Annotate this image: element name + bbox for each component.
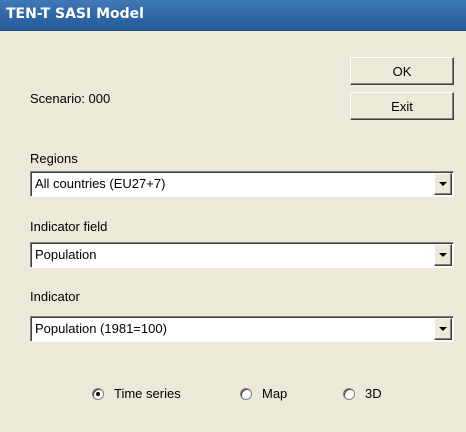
radio-button-selected-icon bbox=[92, 387, 104, 400]
indicator-label: Indicator bbox=[30, 289, 80, 304]
regions-label: Regions bbox=[30, 151, 78, 166]
radio-time-series-label: Time series bbox=[114, 386, 181, 401]
indicator-field-value: Population bbox=[35, 247, 97, 262]
radio-map-label: Map bbox=[262, 386, 288, 401]
chevron-down-icon bbox=[439, 327, 447, 331]
radio-button-icon bbox=[240, 387, 252, 400]
indicator-field-dropdown[interactable]: Population bbox=[30, 242, 454, 268]
indicator-value: Population (1981=100) bbox=[35, 321, 167, 336]
chevron-down-icon bbox=[439, 182, 447, 186]
ok-button[interactable]: OK bbox=[350, 57, 454, 85]
indicator-field-label: Indicator field bbox=[30, 219, 108, 234]
ok-button-label: OK bbox=[392, 63, 412, 79]
scenario-label: Scenario: 000 bbox=[30, 91, 111, 106]
dialog-body: Scenario: 000 OK Exit Regions All countr… bbox=[0, 31, 466, 432]
title-bar: TEN-T SASI Model bbox=[0, 0, 466, 31]
exit-button[interactable]: Exit bbox=[350, 92, 454, 120]
radio-3d[interactable]: 3D bbox=[343, 386, 382, 401]
regions-dropdown[interactable]: All countries (EU27+7) bbox=[30, 171, 454, 197]
radio-map[interactable]: Map bbox=[240, 386, 287, 401]
window-title: TEN-T SASI Model bbox=[6, 6, 144, 22]
radio-time-series[interactable]: Time series bbox=[92, 386, 181, 401]
indicator-dropdown-button[interactable] bbox=[434, 318, 452, 340]
regions-value: All countries (EU27+7) bbox=[35, 176, 166, 191]
radio-3d-label: 3D bbox=[365, 386, 382, 401]
indicator-dropdown[interactable]: Population (1981=100) bbox=[30, 316, 454, 342]
exit-button-label: Exit bbox=[391, 98, 413, 114]
chevron-down-icon bbox=[439, 253, 447, 257]
indicator-field-dropdown-button[interactable] bbox=[434, 244, 452, 266]
radio-button-icon bbox=[343, 387, 355, 400]
radio-dot-icon bbox=[96, 391, 100, 396]
regions-dropdown-button[interactable] bbox=[434, 173, 452, 195]
